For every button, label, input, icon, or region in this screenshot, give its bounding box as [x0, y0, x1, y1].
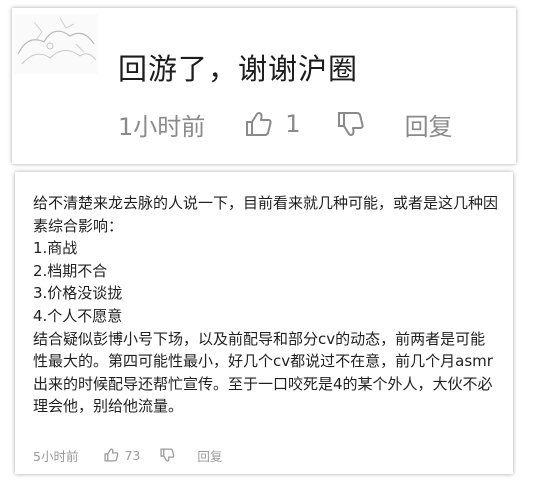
reply-button[interactable]: 回复 — [197, 446, 222, 465]
comment-body: 给不清楚来龙去脉的人说一下，目前看来就几种可能，或者是这几种因素综合影响： 1.… — [33, 192, 498, 418]
like-count: 1 — [285, 110, 301, 138]
thumbs-down-icon[interactable] — [160, 448, 175, 462]
comment-line: 结合疑似彭博小号下场，以及前配导和部分cv的动态，前两者是可能性最大的。第四可能… — [33, 329, 493, 416]
avatar[interactable] — [14, 14, 98, 74]
comment-line: 2.档期不合 — [33, 261, 108, 280]
comment-time: 1小时前 — [118, 112, 206, 141]
comment-meta: 5小时前 73 回复 — [33, 446, 222, 464]
comment-line: 1.商战 — [33, 239, 78, 258]
comment-time: 5小时前 — [33, 448, 79, 464]
reply-button[interactable]: 回复 — [405, 107, 453, 142]
comment-line: 4.个人不愿意 — [33, 306, 123, 325]
bottom-comment-card: 给不清楚来龙去脉的人说一下，目前看来就几种可能，或者是这几种因素综合影响： 1.… — [15, 172, 513, 474]
comment-line: 给不清楚来龙去脉的人说一下，目前看来就几种可能，或者是这几种因素综合影响： — [33, 194, 499, 235]
top-comment-card: 回游了，谢谢沪圈 1小时前 1 回复 — [12, 8, 516, 164]
like-count: 73 — [124, 447, 141, 463]
comment-line: 3.价格没谈拢 — [33, 284, 123, 303]
thumbs-up-icon[interactable] — [104, 448, 119, 462]
thumbs-up-icon[interactable] — [245, 111, 273, 137]
comment-text: 回游了，谢谢沪圈 — [118, 52, 359, 86]
comment-meta: 1小时前 1 回复 — [118, 104, 498, 144]
thumbs-down-icon[interactable] — [337, 111, 365, 137]
